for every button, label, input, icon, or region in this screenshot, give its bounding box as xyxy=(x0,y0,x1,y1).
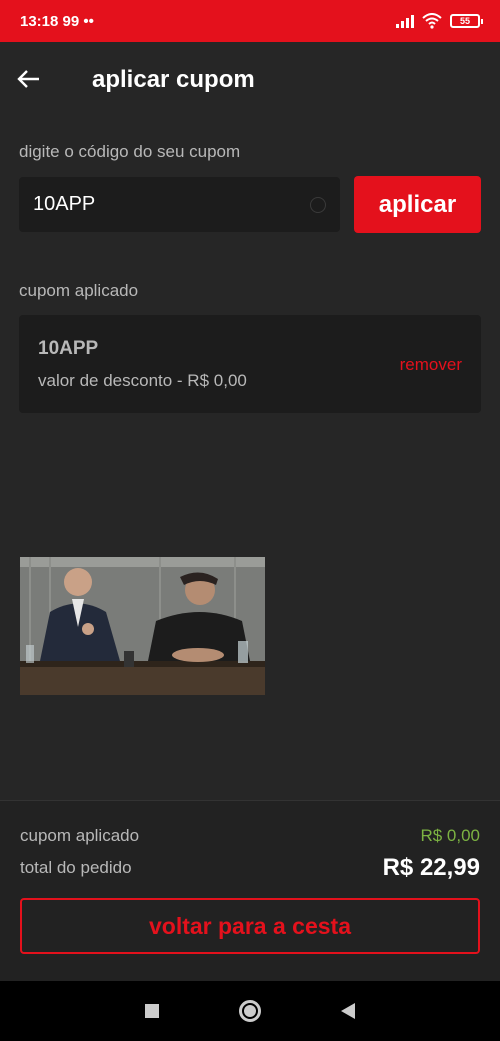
applied-coupon-code: 10APP xyxy=(38,338,99,359)
order-summary-footer: cupom aplicado R$ 0,00 total do pedido R… xyxy=(0,800,500,981)
applied-coupon-card: 10APP valor de desconto - R$ 0,00 remove… xyxy=(19,315,481,413)
battery-level: 55 xyxy=(459,16,470,26)
applied-coupon-label: cupom aplicado xyxy=(19,281,139,300)
system-nav-bar xyxy=(0,981,500,1041)
coupon-summary-label: cupom aplicado xyxy=(20,826,140,845)
back-to-cart-button[interactable]: voltar para a cesta xyxy=(20,898,480,954)
coupon-summary-row: cupom aplicado R$ 0,00 xyxy=(20,826,480,846)
wifi-icon xyxy=(422,13,442,29)
clear-input-icon[interactable] xyxy=(310,196,326,213)
order-total-label: total do pedido xyxy=(20,858,132,877)
order-total-row: total do pedido R$ 22,99 xyxy=(20,854,480,882)
coupon-code-label: digite o código do seu cupom xyxy=(19,142,241,161)
coupon-summary-value: R$ 0,00 xyxy=(420,826,480,845)
video-frame-image xyxy=(20,557,265,695)
signal-icon xyxy=(396,14,414,28)
status-time: 13:18 99 •• xyxy=(20,12,94,30)
discount-value-text: valor de desconto - R$ 0,00 xyxy=(38,371,247,390)
back-button[interactable] xyxy=(14,64,44,94)
battery-icon: 55 xyxy=(450,14,483,28)
home-icon[interactable] xyxy=(239,1000,261,1022)
recent-apps-icon[interactable] xyxy=(145,1004,159,1018)
app-header: aplicar cupom xyxy=(0,42,500,116)
order-total-value: R$ 22,99 xyxy=(382,854,480,881)
status-icons: 55 xyxy=(396,13,483,29)
coupon-input-wrapper xyxy=(19,177,340,232)
apply-coupon-button[interactable]: aplicar xyxy=(354,176,481,233)
status-bar: 13:18 99 •• 55 xyxy=(0,0,500,42)
coupon-code-input[interactable] xyxy=(33,193,283,216)
arrow-left-icon xyxy=(17,70,39,88)
page-title: aplicar cupom xyxy=(92,66,255,93)
system-back-icon[interactable] xyxy=(341,1003,355,1019)
remove-coupon-link[interactable]: remover xyxy=(400,355,462,375)
video-thumbnail[interactable] xyxy=(20,557,265,695)
